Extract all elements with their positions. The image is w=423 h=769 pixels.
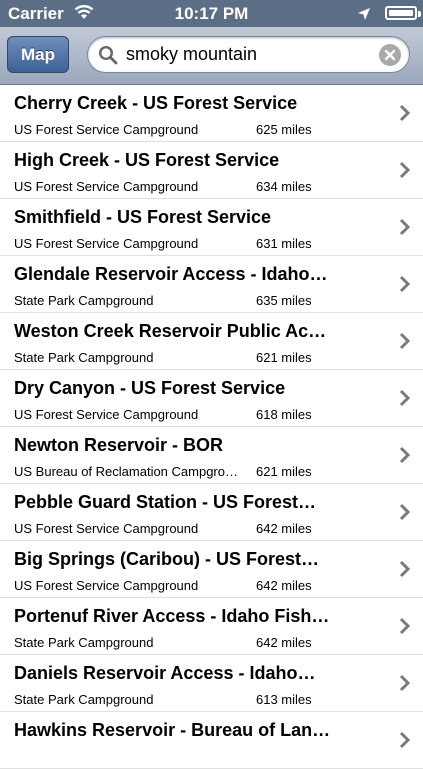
item-distance: 634 miles [256,179,312,194]
item-distance: 621 miles [256,350,312,365]
chevron-right-icon [399,332,411,350]
search-field[interactable] [87,36,410,73]
status-bar: Carrier 10:17 PM [0,0,423,27]
list-item[interactable]: Big Springs (Caribou) - US Forest… US Fo… [0,541,423,598]
item-subtitle: US Forest Service Campground [14,179,199,194]
chevron-right-icon [399,161,411,179]
chevron-right-icon [399,674,411,692]
item-distance: 642 miles [256,521,312,536]
item-title: Newton Reservoir - BOR [14,435,224,455]
map-button[interactable]: Map [7,36,69,73]
item-title: Dry Canyon - US Forest Service [14,378,286,398]
item-title: Big Springs (Caribou) - US Forest… [14,549,320,569]
item-title: Smithfield - US Forest Service [14,207,272,227]
battery-icon [385,6,421,20]
chevron-right-icon [399,389,411,407]
list-item[interactable]: Daniels Reservoir Access - Idaho… State … [0,655,423,712]
item-subtitle: US Forest Service Campground [14,407,199,422]
list-item[interactable]: High Creek - US Forest Service US Forest… [0,142,423,199]
item-title: High Creek - US Forest Service [14,150,280,170]
item-title: Glendale Reservoir Access - Idaho… [14,264,328,284]
item-subtitle: State Park Campground [14,635,154,650]
item-distance: 635 miles [256,293,312,308]
list-item[interactable]: Smithfield - US Forest Service US Forest… [0,199,423,256]
chevron-right-icon [399,446,411,464]
item-subtitle: US Forest Service Campground [14,122,199,137]
item-subtitle: State Park Campground [14,350,154,365]
item-distance: 621 miles [256,464,312,479]
item-distance: 613 miles [256,692,312,707]
chevron-right-icon [399,560,411,578]
item-subtitle: US Bureau of Reclamation Campgrou… [14,464,244,479]
chevron-right-icon [399,503,411,521]
chevron-right-icon [399,218,411,236]
chevron-right-icon [399,275,411,293]
item-subtitle: US Forest Service Campground [14,521,199,536]
list-item[interactable]: Newton Reservoir - BOR US Bureau of Recl… [0,427,423,484]
chevron-right-icon [399,731,411,749]
list-item[interactable]: Portenuf River Access - Idaho Fish… Stat… [0,598,423,655]
search-input[interactable] [126,37,369,72]
item-distance: 642 miles [256,635,312,650]
item-distance: 625 miles [256,122,312,137]
results-list: Cherry Creek - US Forest Service US Fore… [0,85,423,769]
item-title: Daniels Reservoir Access - Idaho… [14,663,316,683]
item-title: Weston Creek Reservoir Public Ac… [14,321,327,341]
item-title: Portenuf River Access - Idaho Fish… [14,606,330,626]
item-subtitle: US Forest Service Campground [14,236,199,251]
item-distance: 618 miles [256,407,312,422]
item-distance: 642 miles [256,578,312,593]
list-item[interactable]: Pebble Guard Station - US Forest… US For… [0,484,423,541]
location-arrow-icon [357,6,371,26]
list-item[interactable]: Glendale Reservoir Access - Idaho… State… [0,256,423,313]
chevron-right-icon [399,617,411,635]
clear-search-icon[interactable] [379,44,401,66]
item-distance: 631 miles [256,236,312,251]
list-item[interactable]: Weston Creek Reservoir Public Ac… State … [0,313,423,370]
item-subtitle: State Park Campground [14,692,154,707]
item-title: Hawkins Reservoir - Bureau of Lan… [14,720,331,740]
item-title: Pebble Guard Station - US Forest… [14,492,317,512]
item-title: Cherry Creek - US Forest Service [14,93,298,113]
list-item[interactable]: Dry Canyon - US Forest Service US Forest… [0,370,423,427]
chevron-right-icon [399,104,411,122]
item-subtitle: US Forest Service Campground [14,578,199,593]
search-icon [98,45,118,65]
list-item[interactable]: Hawkins Reservoir - Bureau of Lan… [0,712,423,769]
search-toolbar: Map [0,27,423,85]
list-item[interactable]: Cherry Creek - US Forest Service US Fore… [0,85,423,142]
item-subtitle: State Park Campground [14,293,154,308]
